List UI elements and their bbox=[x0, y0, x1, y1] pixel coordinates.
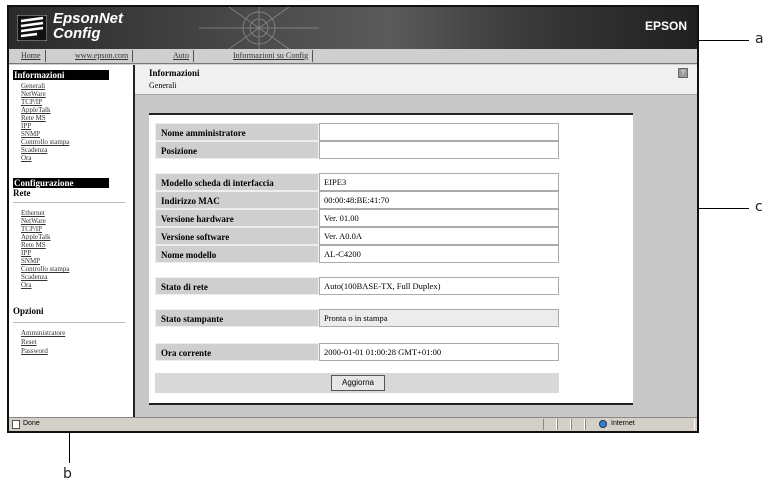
network-status-label: Stato di rete bbox=[155, 277, 319, 295]
sidebar-item-appletalk[interactable]: AppleTalk bbox=[21, 106, 50, 114]
network-status-value: Auto(100BASE-TX, Full Duplex) bbox=[319, 277, 559, 295]
admin-name-label: Nome amministratore bbox=[155, 123, 319, 141]
interface-model-value: EIPE3 bbox=[319, 173, 559, 191]
sidebar-item-snmp[interactable]: SNMP bbox=[21, 257, 40, 265]
nav-epson-link[interactable]: www.epson.com bbox=[71, 50, 134, 62]
sidebar-divider bbox=[13, 202, 125, 203]
sidebar-item-netware[interactable]: NetWare bbox=[21, 217, 46, 225]
sidebar-item-controllo-stampa[interactable]: Controllo stampa bbox=[21, 138, 69, 146]
admin-name-value bbox=[319, 123, 559, 141]
sidebar: Informazioni Generali NetWare TCP/IP App… bbox=[9, 65, 135, 417]
banner-decoration bbox=[199, 7, 319, 49]
sidebar-item-netware[interactable]: NetWare bbox=[21, 90, 46, 98]
callout-label-c: c bbox=[755, 199, 763, 215]
nav-auto-link[interactable]: Auto bbox=[169, 50, 194, 62]
sidebar-item-ora[interactable]: Ora bbox=[21, 154, 32, 162]
mac-address-label: Indirizzo MAC bbox=[155, 191, 319, 209]
sidebar-item-generali[interactable]: Generali bbox=[21, 82, 45, 90]
hardware-version-label: Versione hardware bbox=[155, 209, 319, 227]
location-label: Posizione bbox=[155, 141, 319, 159]
sidebar-item-ipp[interactable]: IPP bbox=[21, 122, 31, 130]
callout-line-c bbox=[699, 208, 749, 209]
main-content: Informazioni Generali ? Nome amministrat… bbox=[135, 65, 697, 417]
epson-brand: EPSON bbox=[644, 19, 687, 33]
hardware-version-value: Ver. 01.00 bbox=[319, 209, 559, 227]
logo-line1: EpsonNet bbox=[53, 10, 124, 27]
printer-status-label: Stato stampante bbox=[155, 309, 319, 327]
main-header: Informazioni Generali ? bbox=[135, 65, 697, 95]
sidebar-heading-informazioni: Informazioni bbox=[13, 70, 109, 80]
top-nav: Home www.epson.com Auto Informazioni su … bbox=[9, 49, 697, 64]
model-name-value: AL-C4200 bbox=[319, 245, 559, 263]
page-icon bbox=[12, 420, 20, 429]
logo-line2: Config bbox=[53, 25, 101, 42]
sidebar-item-password[interactable]: Password bbox=[21, 347, 48, 355]
sidebar-item-ora[interactable]: Ora bbox=[21, 281, 32, 289]
callout-line-b bbox=[69, 433, 70, 463]
nav-about-link[interactable]: Informazioni su Config bbox=[229, 50, 314, 62]
sidebar-heading-opzioni: Opzioni bbox=[13, 306, 44, 316]
info-panel: Nome amministratore Posizione Modello sc… bbox=[149, 113, 633, 405]
sidebar-item-ipp[interactable]: IPP bbox=[21, 249, 31, 257]
security-zone: Internet bbox=[611, 420, 635, 427]
sidebar-heading-configurazione: Configurazione bbox=[13, 178, 109, 188]
software-version-label: Versione software bbox=[155, 227, 319, 245]
sidebar-item-scadenza[interactable]: Scadenza bbox=[21, 273, 47, 281]
sidebar-item-ethernet[interactable]: Ethernet bbox=[21, 209, 45, 217]
epsonnet-banner: EpsonNet Config EPSON bbox=[9, 7, 697, 49]
button-row: Aggiorna bbox=[155, 373, 559, 393]
sidebar-subheading-rete: Rete bbox=[13, 188, 31, 198]
globe-icon bbox=[599, 420, 607, 428]
status-text: Done bbox=[23, 420, 40, 427]
sidebar-item-rete-ms[interactable]: Rete MS bbox=[21, 241, 46, 249]
mac-address-value: 00:00:48:BE:41:70 bbox=[319, 191, 559, 209]
callout-label-a: a bbox=[755, 31, 764, 47]
current-time-value: 2000-01-01 01:00:28 GMT+01:00 bbox=[319, 343, 559, 361]
status-bar: Done Internet bbox=[9, 417, 697, 431]
status-cell bbox=[571, 419, 585, 430]
sidebar-item-tcpip[interactable]: TCP/IP bbox=[21, 98, 42, 106]
callout-label-b: b bbox=[63, 466, 72, 482]
status-cell bbox=[557, 419, 571, 430]
model-name-label: Nome modello bbox=[155, 245, 319, 263]
status-cell bbox=[543, 419, 557, 430]
current-time-label: Ora corrente bbox=[155, 343, 319, 361]
sidebar-item-scadenza[interactable]: Scadenza bbox=[21, 146, 47, 154]
question-mark-icon[interactable]: ? bbox=[678, 68, 688, 78]
sidebar-item-controllo-stampa[interactable]: Controllo stampa bbox=[21, 265, 69, 273]
epsonnet-logo-icon bbox=[17, 15, 47, 41]
sidebar-item-rete-ms[interactable]: Rete MS bbox=[21, 114, 46, 122]
printer-status-value: Pronta o in stampa bbox=[319, 309, 559, 327]
callout-line-a bbox=[699, 40, 749, 41]
software-version-value: Ver. A0.0A bbox=[319, 227, 559, 245]
interface-model-label: Modello scheda di interfaccia bbox=[155, 173, 319, 191]
sidebar-item-tcpip[interactable]: TCP/IP bbox=[21, 225, 42, 233]
refresh-button[interactable]: Aggiorna bbox=[331, 375, 385, 391]
logo-text: EpsonNet Config bbox=[53, 11, 123, 41]
sidebar-divider bbox=[13, 322, 125, 323]
location-value bbox=[319, 141, 559, 159]
sidebar-item-amministratore[interactable]: Amministratore bbox=[21, 329, 65, 337]
sidebar-item-appletalk[interactable]: AppleTalk bbox=[21, 233, 50, 241]
page-title: Informazioni bbox=[149, 68, 200, 78]
nav-home-link[interactable]: Home bbox=[17, 50, 46, 62]
sidebar-item-reset[interactable]: Reset bbox=[21, 338, 37, 346]
page-subtitle: Generali bbox=[149, 81, 177, 90]
browser-window: EpsonNet Config EPSON Home www.epson.com… bbox=[7, 5, 699, 433]
sidebar-item-snmp[interactable]: SNMP bbox=[21, 130, 40, 138]
